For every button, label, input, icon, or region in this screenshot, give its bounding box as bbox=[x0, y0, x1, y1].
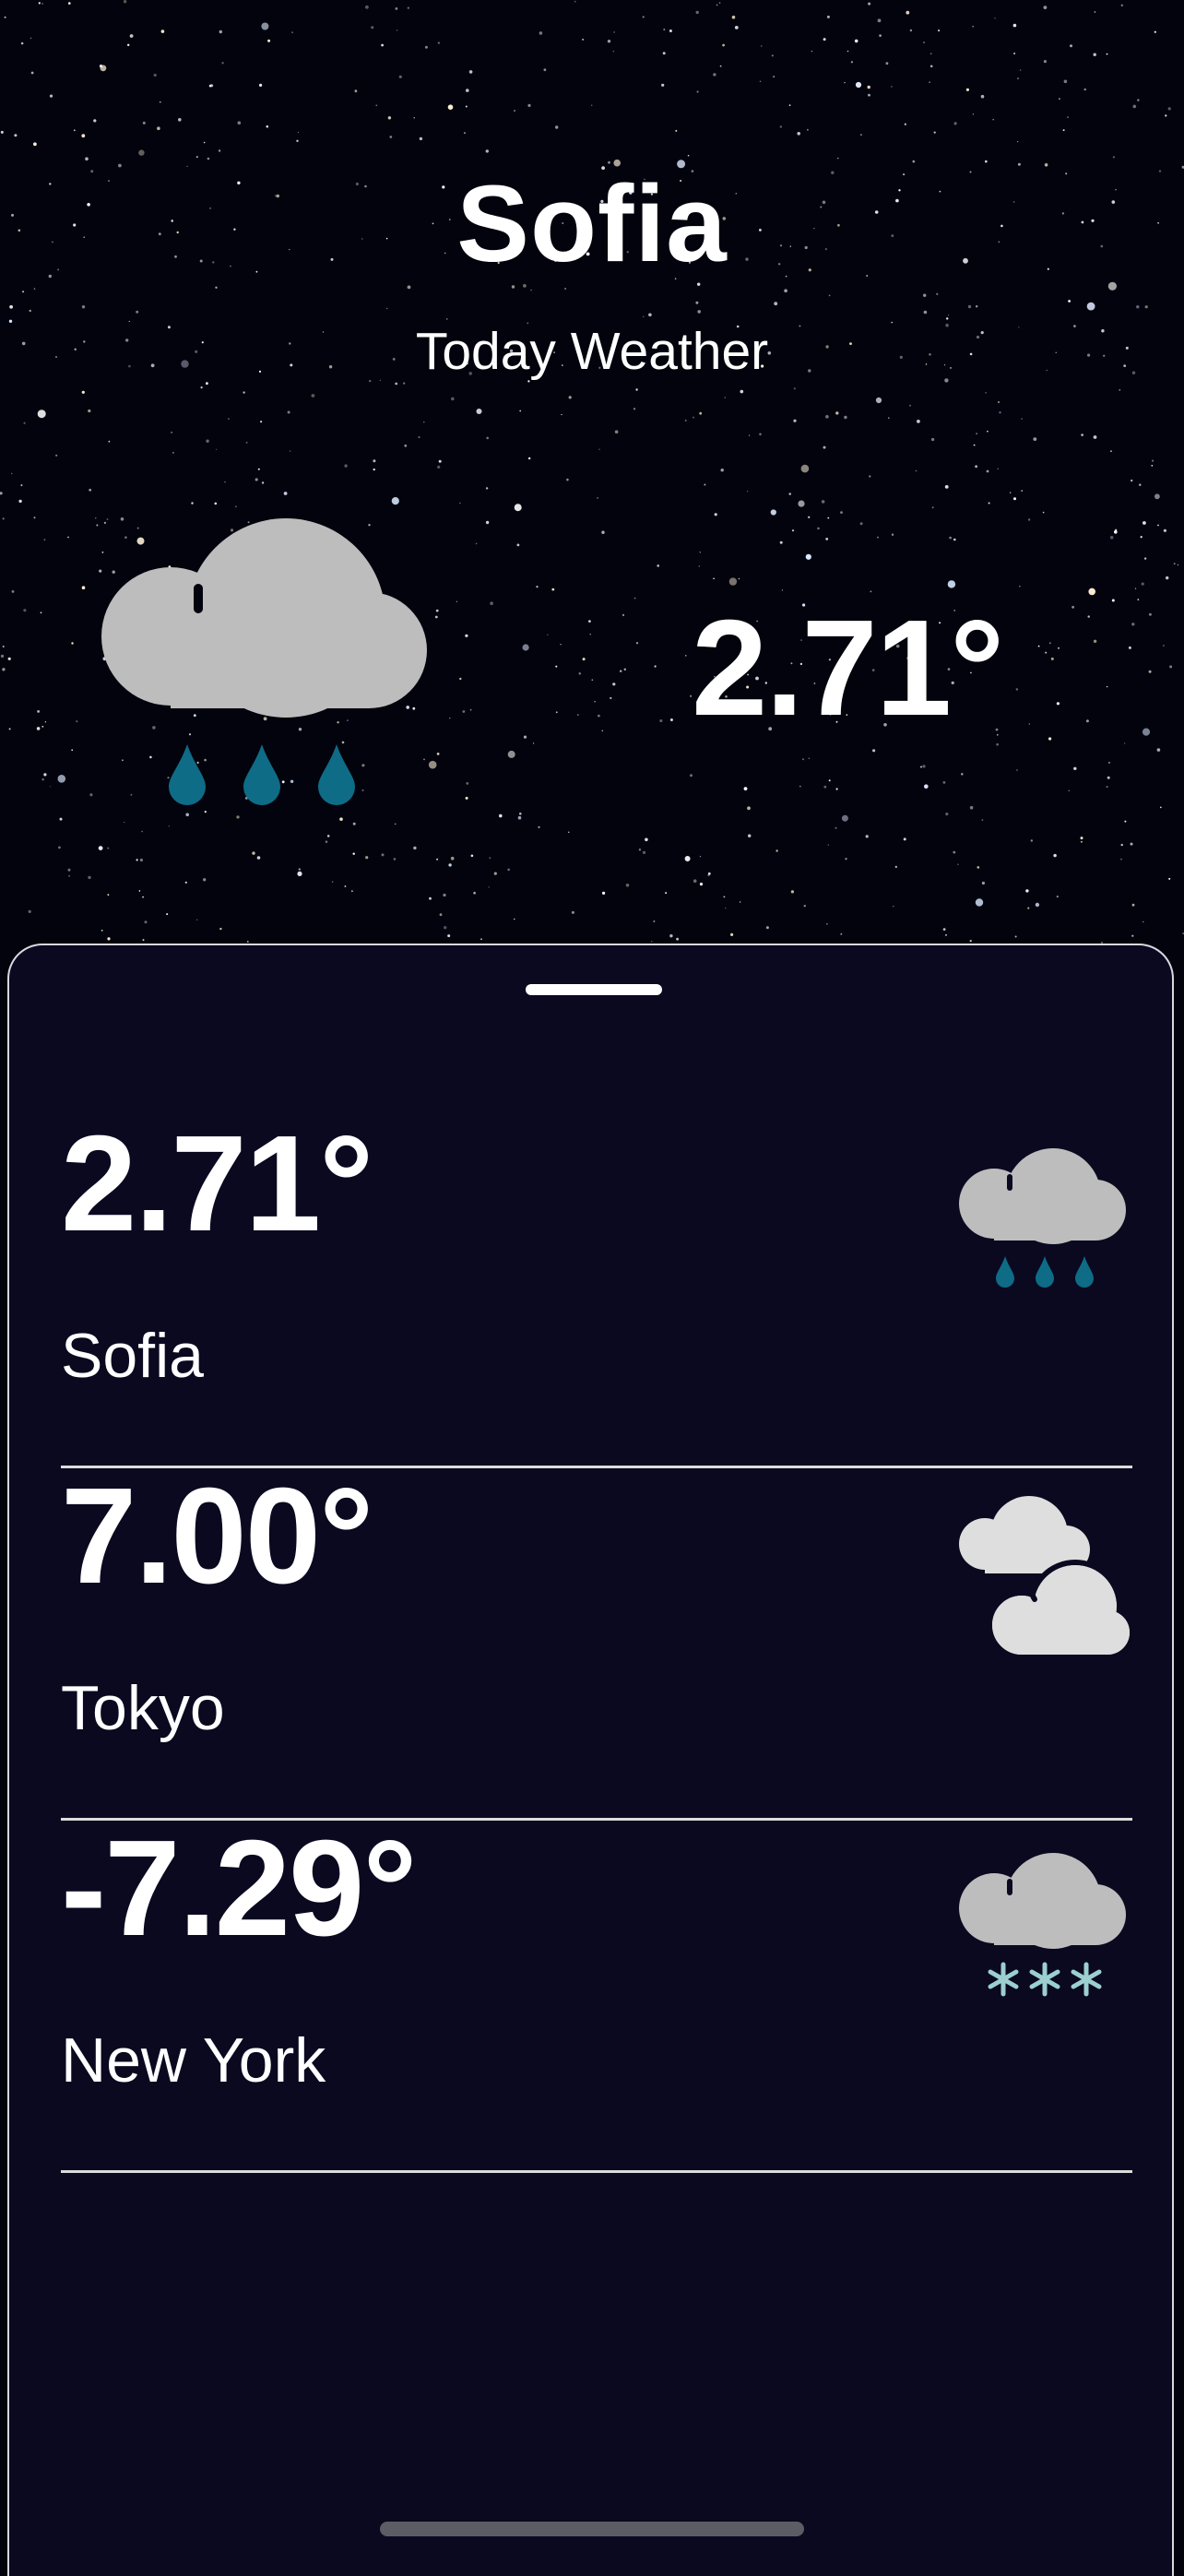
rain-icon bbox=[101, 518, 427, 805]
today-weather-subtitle: Today Weather bbox=[415, 322, 769, 381]
city-row-tokyo[interactable]: 7.00° Tokyo bbox=[61, 1468, 1132, 1821]
current-city-title: Sofia bbox=[456, 163, 728, 285]
city-name: Tokyo bbox=[61, 1673, 225, 1743]
city-row-sofia[interactable]: 2.71° Sofia bbox=[61, 1116, 1132, 1468]
snow-icon bbox=[959, 1853, 1126, 1997]
city-row-new-york[interactable]: -7.29° New York bbox=[61, 1821, 1132, 2173]
current-temperature: 2.71° bbox=[692, 592, 1004, 744]
rain-icon bbox=[959, 1148, 1126, 1288]
city-temperature: 7.00° bbox=[61, 1460, 373, 1612]
city-list-sheet[interactable]: 2.71° Sofia 7.00° Tokyo -7.29° New York bbox=[7, 944, 1174, 2576]
city-temperature: 2.71° bbox=[61, 1108, 373, 1260]
city-name: Sofia bbox=[61, 1321, 204, 1391]
starry-sky-background bbox=[0, 0, 1184, 995]
city-name: New York bbox=[61, 2025, 326, 2095]
sheet-drag-handle[interactable] bbox=[526, 984, 662, 995]
home-indicator[interactable] bbox=[380, 2522, 804, 2536]
city-temperature: -7.29° bbox=[61, 1812, 418, 1965]
cloudy-icon bbox=[959, 1496, 1132, 1660]
